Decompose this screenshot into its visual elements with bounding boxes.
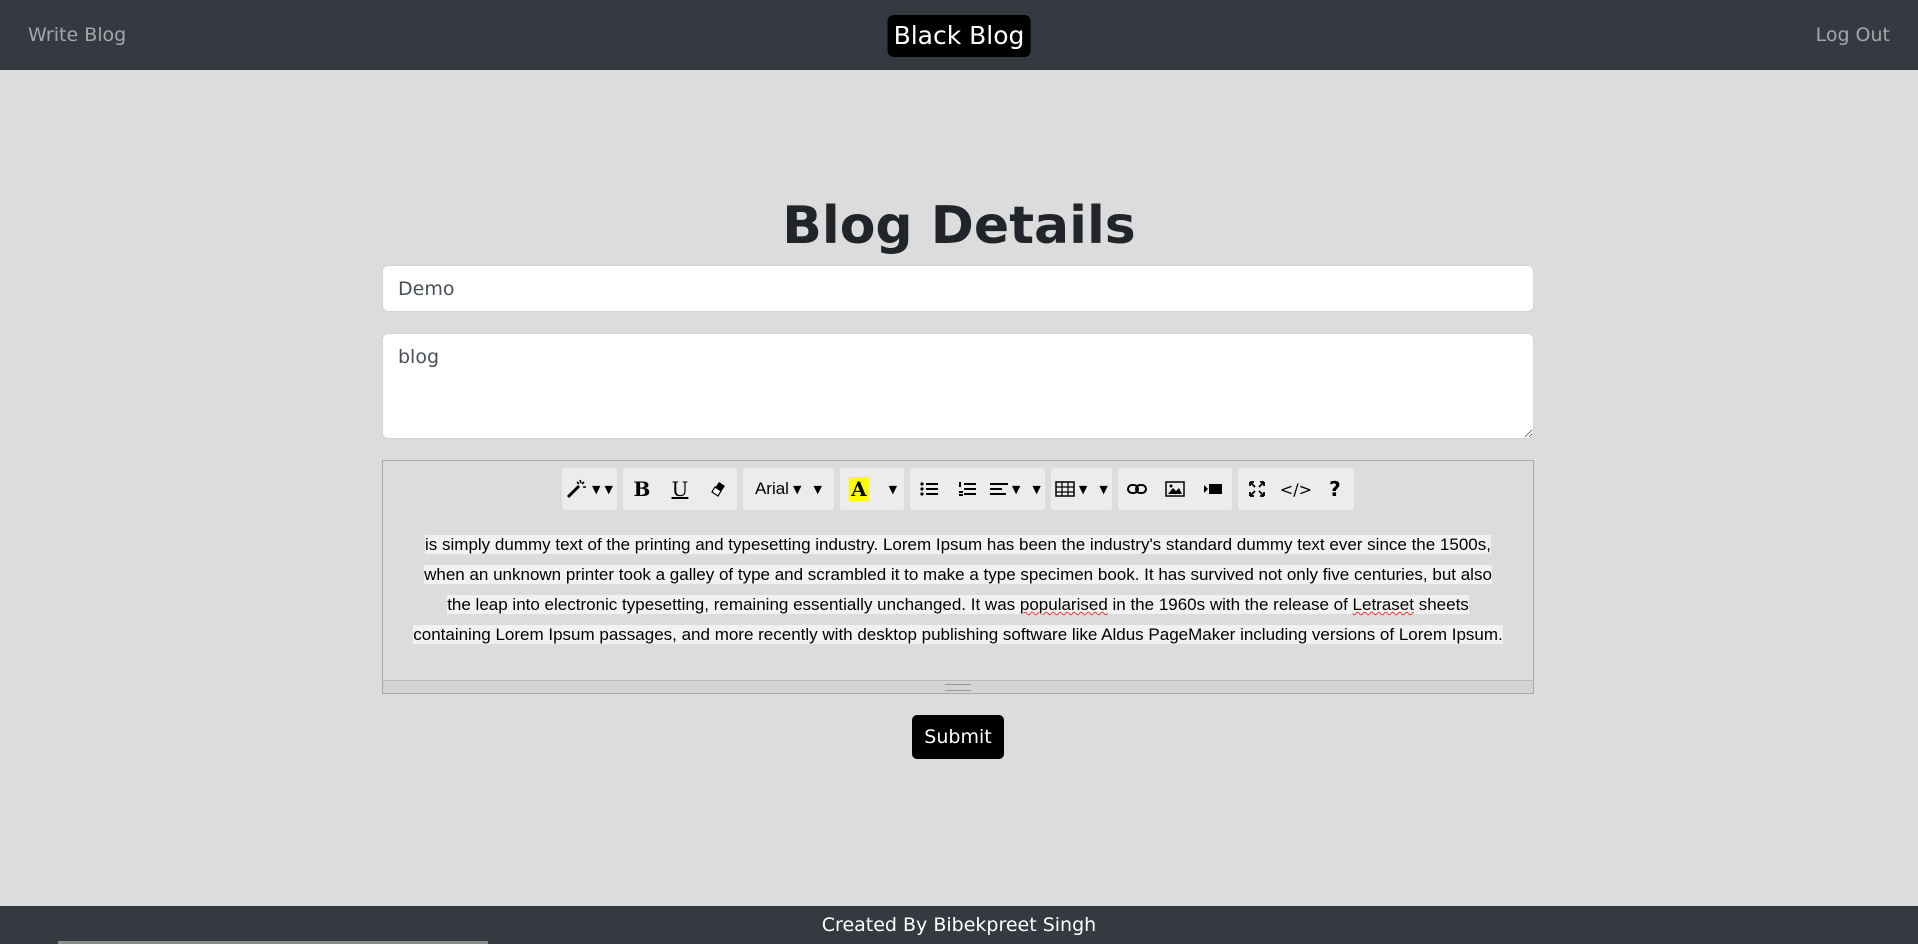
content-line: when an unknown printer took a galley of… [424, 565, 1492, 584]
blog-description-textarea[interactable]: blog [382, 333, 1534, 439]
chevron-down-icon: ▼ [888, 482, 898, 496]
rich-text-editor: ▼ ▼ B U Arial ▼ ▼ A ▼ ▼ ▼ ▼ ▼ </> ? is s… [382, 460, 1534, 694]
page-title: Blog Details [782, 196, 1136, 256]
chevron-down-icon: ▼ [604, 482, 613, 496]
font-style-group: B U [622, 468, 737, 510]
underline-button[interactable]: U [661, 468, 699, 510]
logout-link[interactable]: Log Out [1816, 24, 1890, 46]
content-line: the leap into electronic typesetting, re… [447, 595, 1469, 614]
misspelled-word: Letraset [1352, 595, 1414, 614]
font-name: Arial [754, 479, 789, 498]
footer: Created By Bibekpreet Singh [0, 906, 1918, 944]
write-blog-link[interactable]: Write Blog [28, 24, 126, 46]
style-group: ▼ ▼ [562, 468, 617, 510]
view-group: </> ? [1237, 468, 1354, 510]
content-text: the leap into electronic typesetting, re… [447, 595, 1020, 614]
paragraph-group: ▼ ▼ [909, 468, 1045, 510]
content-text: sheets [1413, 595, 1469, 614]
resize-grip-icon [945, 683, 971, 691]
submit-button[interactable]: Submit [912, 715, 1004, 759]
bold-button[interactable]: B [623, 468, 661, 510]
color-group: A ▼ [839, 468, 904, 510]
editor-toolbar: ▼ ▼ B U Arial ▼ ▼ A ▼ ▼ ▼ ▼ ▼ </> ? [383, 461, 1533, 510]
underline-icon: U [671, 477, 689, 501]
help-button[interactable]: ? [1316, 468, 1354, 510]
table-icon [1055, 481, 1075, 497]
font-group: Arial ▼ ▼ [742, 468, 834, 510]
link-icon [1126, 484, 1147, 494]
code-icon: </> [1279, 479, 1312, 499]
blog-form: blog ▼ ▼ B U Arial ▼ ▼ [382, 265, 1534, 694]
editor-content[interactable]: is simply dummy text of the printing and… [383, 510, 1533, 650]
picture-icon [1165, 481, 1185, 497]
link-button[interactable] [1118, 468, 1156, 510]
chevron-down-icon: ▼ [1011, 482, 1021, 496]
picture-button[interactable] [1156, 468, 1194, 510]
blog-title-input[interactable] [382, 265, 1534, 312]
align-left-icon [989, 483, 1008, 495]
numbered-list-icon [958, 482, 976, 496]
clear-format-button[interactable] [699, 468, 737, 510]
eraser-icon [711, 482, 725, 497]
ordered-list-button[interactable] [948, 468, 986, 510]
misspelled-word: popularised [1019, 595, 1108, 614]
chevron-down-icon: ▼ [1032, 482, 1041, 496]
table-button[interactable]: ▼ ▼ [1051, 468, 1112, 510]
fullscreen-button[interactable] [1238, 468, 1276, 510]
table-group: ▼ ▼ [1050, 468, 1112, 510]
insert-group [1117, 468, 1232, 510]
chevron-down-icon: ▼ [1099, 482, 1108, 496]
magic-icon [566, 479, 587, 499]
content-text: in the 1960s with the release of [1107, 595, 1353, 614]
content-line: is simply dummy text of the printing and… [425, 535, 1491, 554]
bullet-list-icon [920, 482, 938, 496]
chevron-down-icon: ▼ [792, 482, 802, 496]
text-color-button[interactable]: A [840, 468, 878, 510]
editor-resize-bar[interactable] [383, 680, 1533, 693]
chevron-down-icon: ▼ [1078, 482, 1088, 496]
style-button[interactable]: ▼ ▼ [562, 468, 617, 510]
codeview-button[interactable]: </> [1276, 468, 1316, 510]
brand-logo[interactable]: Black Blog [887, 15, 1031, 57]
unordered-list-button[interactable] [910, 468, 948, 510]
content-line: containing Lorem Ipsum passages, and mor… [413, 625, 1503, 644]
bold-icon: B [633, 477, 651, 501]
font-family-dropdown[interactable]: Arial ▼ ▼ [743, 468, 834, 510]
color-dropdown[interactable]: ▼ [878, 468, 904, 510]
video-icon [1203, 484, 1222, 494]
fullscreen-icon [1248, 481, 1265, 497]
help-icon: ? [1329, 477, 1341, 501]
chevron-down-icon: ▼ [592, 482, 601, 496]
chevron-down-icon: ▼ [813, 482, 822, 496]
align-dropdown[interactable]: ▼ ▼ [986, 468, 1045, 510]
video-button[interactable] [1194, 468, 1232, 510]
highlight-color-icon: A [849, 477, 869, 501]
